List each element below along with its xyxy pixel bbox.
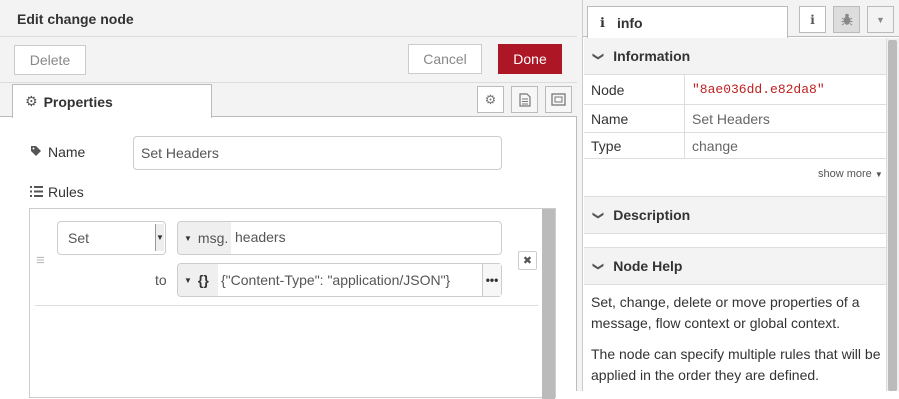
node-help-section-title: Node Help bbox=[613, 258, 683, 274]
info-key: Name bbox=[584, 105, 685, 132]
gear-icon: ⚙ bbox=[25, 93, 38, 109]
info-icon: ℹ bbox=[600, 14, 605, 30]
tag-icon bbox=[30, 145, 42, 160]
info-value: change bbox=[692, 137, 738, 154]
tray-toolbar bbox=[0, 37, 577, 83]
show-more-link[interactable]: show more ▼ bbox=[818, 168, 883, 180]
chevron-down-icon: ❯ bbox=[592, 261, 605, 271]
chevron-down-icon: ▼ bbox=[184, 275, 192, 285]
tray-title: Edit change node bbox=[17, 11, 134, 27]
node-help-section-header[interactable]: ❯ Node Help bbox=[584, 247, 886, 285]
rule-action-select[interactable]: Set bbox=[57, 221, 166, 255]
tab-info[interactable]: ℹ info bbox=[587, 6, 788, 38]
gear-icon[interactable]: ⚙ bbox=[477, 86, 504, 113]
tab-properties-label: Properties bbox=[43, 93, 113, 110]
done-button[interactable]: Done bbox=[498, 44, 562, 74]
rules-label: Rules bbox=[30, 184, 84, 200]
to-label: to bbox=[155, 272, 167, 288]
information-section-title: Information bbox=[613, 48, 691, 64]
info-row-node: Node "8ae036dd.e82da8" bbox=[584, 75, 886, 105]
value-type-select[interactable]: ▼ {} bbox=[178, 264, 218, 296]
info-row-type: Type change bbox=[584, 133, 886, 159]
node-help-body: Set, change, delete or move properties o… bbox=[591, 292, 881, 396]
name-label: Name bbox=[30, 144, 85, 160]
cancel-button[interactable]: Cancel bbox=[408, 44, 482, 74]
show-more-label: show more bbox=[818, 168, 872, 180]
document-icon[interactable] bbox=[511, 86, 538, 113]
chevron-down-icon: ▼ bbox=[184, 233, 192, 243]
rules-label-text: Rules bbox=[48, 184, 84, 200]
chevron-down-icon: ❯ bbox=[592, 210, 605, 220]
info-icon[interactable]: i bbox=[799, 6, 826, 33]
chevron-down-icon: ❯ bbox=[592, 51, 605, 61]
frame-icon[interactable] bbox=[545, 86, 572, 113]
property-value[interactable]: headers bbox=[235, 229, 286, 245]
delete-button[interactable]: Delete bbox=[14, 45, 86, 75]
info-value[interactable]: "8ae036dd.e82da8" bbox=[685, 75, 825, 104]
close-icon[interactable]: ✖ bbox=[518, 251, 537, 270]
list-icon bbox=[30, 184, 43, 200]
rule-action-value: Set bbox=[68, 230, 90, 246]
drag-handle-icon[interactable]: ≡ bbox=[36, 252, 45, 269]
help-paragraph: Set, change, delete or move properties o… bbox=[591, 294, 860, 331]
name-label-text: Name bbox=[48, 144, 86, 160]
info-value: Set Headers bbox=[692, 110, 770, 127]
chevron-down-icon[interactable]: ▼ bbox=[155, 224, 164, 251]
info-key: Node bbox=[584, 75, 685, 104]
value-type-label: {} bbox=[197, 272, 209, 288]
chevron-down-icon[interactable]: ▼ bbox=[867, 6, 894, 33]
tab-properties[interactable]: ⚙ Properties bbox=[12, 84, 212, 118]
description-section-header[interactable]: ❯ Description bbox=[584, 196, 886, 234]
info-row-name: Name Set Headers bbox=[584, 105, 886, 133]
sidebar-scrollbar-thumb[interactable] bbox=[888, 40, 897, 391]
help-paragraph: The node can specify multiple rules that… bbox=[591, 346, 881, 383]
caret-down-icon: ▼ bbox=[874, 170, 883, 179]
property-type-label: msg. bbox=[197, 230, 229, 246]
rules-scrollbar[interactable] bbox=[542, 209, 555, 399]
info-key: Type bbox=[584, 133, 685, 158]
description-body bbox=[584, 234, 886, 247]
description-section-title: Description bbox=[613, 207, 691, 223]
value-text[interactable]: {"Content-Type": "application/JSON"} bbox=[221, 272, 450, 288]
expand-editor-button[interactable]: ••• bbox=[482, 264, 501, 296]
property-type-select[interactable]: ▼ msg. bbox=[178, 222, 231, 254]
tab-info-label: info bbox=[616, 14, 643, 31]
name-input[interactable] bbox=[133, 136, 502, 170]
information-section-header[interactable]: ❯ Information bbox=[584, 38, 886, 75]
bug-icon[interactable] bbox=[833, 6, 860, 33]
